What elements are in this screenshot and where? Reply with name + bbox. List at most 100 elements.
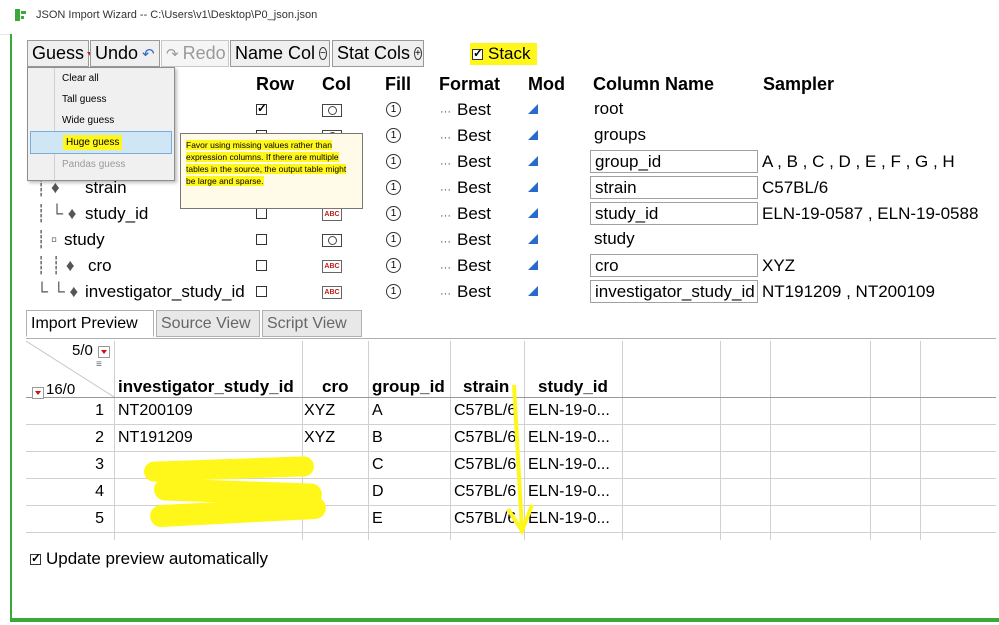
- tree-connector: ┊ ▫: [36, 230, 57, 249]
- table-cell: NT200109: [118, 402, 193, 419]
- mod-corner-icon[interactable]: [528, 104, 538, 114]
- tab-source-view[interactable]: Source View: [156, 310, 260, 337]
- stack-label: Stack: [488, 44, 531, 63]
- abc-icon[interactable]: ABC: [322, 286, 342, 299]
- format-value[interactable]: Best: [457, 178, 491, 197]
- annotation-arrow: [506, 384, 534, 536]
- col-header-group-id[interactable]: group_id: [372, 377, 445, 397]
- menu-item-clear-all[interactable]: Clear all: [28, 68, 174, 89]
- format-value[interactable]: Best: [457, 126, 491, 145]
- row-checkbox[interactable]: [256, 234, 267, 245]
- more-icon[interactable]: ···: [440, 236, 451, 248]
- fill-icon[interactable]: 1: [386, 154, 401, 169]
- container-icon[interactable]: [322, 104, 342, 117]
- grid-line: [870, 341, 871, 540]
- stack-checkbox[interactable]: Stack: [470, 43, 537, 65]
- row-checkbox[interactable]: [256, 101, 267, 115]
- update-preview-check-icon: [30, 551, 41, 565]
- menu-item-wide-guess[interactable]: Wide guess: [28, 110, 174, 131]
- tree-node: investigator_study_id: [85, 282, 245, 301]
- abc-icon[interactable]: ABC: [322, 260, 342, 273]
- title-bar: JSON Import Wizard -- C:\Users\v1\Deskto…: [0, 0, 999, 35]
- columns-dropdown-icon[interactable]: [98, 346, 110, 358]
- format-value[interactable]: Best: [457, 230, 491, 249]
- tab-script-view[interactable]: Script View: [262, 310, 362, 337]
- sort-icon[interactable]: ≡: [96, 359, 102, 370]
- column-name-field[interactable]: group_id: [590, 150, 758, 173]
- rows-dropdown-icon[interactable]: [32, 387, 44, 399]
- more-icon[interactable]: ···: [440, 132, 451, 144]
- guess-label: Guess: [32, 43, 85, 63]
- fill-icon[interactable]: 1: [386, 206, 401, 221]
- undo-button[interactable]: Undo ↶: [90, 40, 160, 67]
- structure-row[interactable]: ┊ ▫ study 1 ··· Best study: [30, 228, 990, 254]
- grid-line: [920, 341, 921, 540]
- preview-grid: 5/0 ≡ 16/0 investigator_study_id cro gro…: [26, 341, 996, 540]
- update-preview-checkbox[interactable]: Update preview automatically: [30, 549, 268, 569]
- undo-label: Undo: [95, 43, 139, 63]
- header-column-name: Column Name: [593, 74, 715, 94]
- format-value[interactable]: Best: [457, 204, 491, 223]
- update-preview-label: Update preview automatically: [46, 549, 269, 568]
- stat-cols-button[interactable]: Stat Cols +: [332, 40, 424, 67]
- column-name-field[interactable]: groups: [590, 124, 758, 147]
- format-value[interactable]: Best: [457, 152, 491, 171]
- fill-icon[interactable]: 1: [386, 128, 401, 143]
- abc-icon[interactable]: ABC: [322, 208, 342, 221]
- row-checkbox[interactable]: [256, 286, 267, 297]
- table-cell: NT191209: [118, 429, 193, 446]
- structure-row[interactable]: └ └ ♦ investigator_study_id ABC 1 ··· Bes…: [30, 280, 990, 306]
- mod-corner-icon[interactable]: [528, 286, 538, 296]
- stack-check-icon: [472, 46, 483, 60]
- more-icon[interactable]: ···: [440, 184, 451, 196]
- guess-button[interactable]: Guess: [27, 40, 96, 67]
- header-fill: Fill: [385, 74, 411, 94]
- more-icon[interactable]: ···: [440, 262, 451, 274]
- column-name-field[interactable]: study: [590, 228, 758, 251]
- column-name-field[interactable]: strain: [590, 176, 758, 199]
- more-icon[interactable]: ···: [440, 158, 451, 170]
- mod-corner-icon[interactable]: [528, 208, 538, 218]
- menu-item-pandas-guess: Pandas guess: [62, 159, 126, 170]
- fill-icon[interactable]: 1: [386, 180, 401, 195]
- col-header-study-id[interactable]: study_id: [538, 377, 608, 397]
- format-value[interactable]: Best: [457, 256, 491, 275]
- tree-connector: ┊ ♦: [36, 178, 60, 197]
- grid-line: [720, 341, 721, 540]
- mod-corner-icon[interactable]: [528, 182, 538, 192]
- fill-icon[interactable]: 1: [386, 232, 401, 247]
- column-name-field[interactable]: root: [590, 98, 758, 121]
- grid-line: [368, 341, 369, 540]
- structure-row[interactable]: ┊ ┊ ♦ cro ABC 1 ··· Best cro XYZ: [30, 254, 990, 280]
- name-col-button[interactable]: Name Col −: [230, 40, 330, 67]
- mod-corner-icon[interactable]: [528, 156, 538, 166]
- more-icon[interactable]: ···: [440, 210, 451, 222]
- mod-corner-icon[interactable]: [528, 260, 538, 270]
- tab-import-preview[interactable]: Import Preview: [26, 310, 154, 337]
- column-name-field[interactable]: investigator_study_id: [590, 280, 758, 303]
- row-number: 3: [95, 456, 104, 473]
- header-row: Row: [256, 74, 294, 94]
- sampler-value: A , B , C , D , E , F , G , H: [762, 152, 955, 171]
- col-header-investigator-study-id[interactable]: investigator_study_id: [118, 377, 294, 397]
- col-header-cro[interactable]: cro: [322, 377, 348, 397]
- column-name-field[interactable]: study_id: [590, 202, 758, 225]
- structure-row[interactable]: ┊ └ ♦ study_id ABC 1 ··· Best study_id EL…: [30, 202, 990, 228]
- mod-corner-icon[interactable]: [528, 130, 538, 140]
- fill-icon[interactable]: 1: [386, 258, 401, 273]
- format-value[interactable]: Best: [457, 282, 491, 301]
- row-checkbox[interactable]: [256, 208, 267, 219]
- menu-item-huge-guess[interactable]: Huge guess: [30, 131, 172, 154]
- mod-corner-icon[interactable]: [528, 234, 538, 244]
- row-checkbox[interactable]: [256, 260, 267, 271]
- format-value[interactable]: Best: [457, 100, 491, 119]
- more-icon[interactable]: ···: [440, 288, 451, 300]
- column-name-field[interactable]: cro: [590, 254, 758, 277]
- menu-item-tall-guess[interactable]: Tall guess: [28, 89, 174, 110]
- container-icon[interactable]: [322, 234, 342, 247]
- fill-icon[interactable]: 1: [386, 102, 401, 117]
- more-icon[interactable]: ···: [440, 106, 451, 118]
- plus-circle-icon: +: [414, 47, 422, 60]
- fill-icon[interactable]: 1: [386, 284, 401, 299]
- redo-button[interactable]: ↷ Redo: [161, 40, 229, 67]
